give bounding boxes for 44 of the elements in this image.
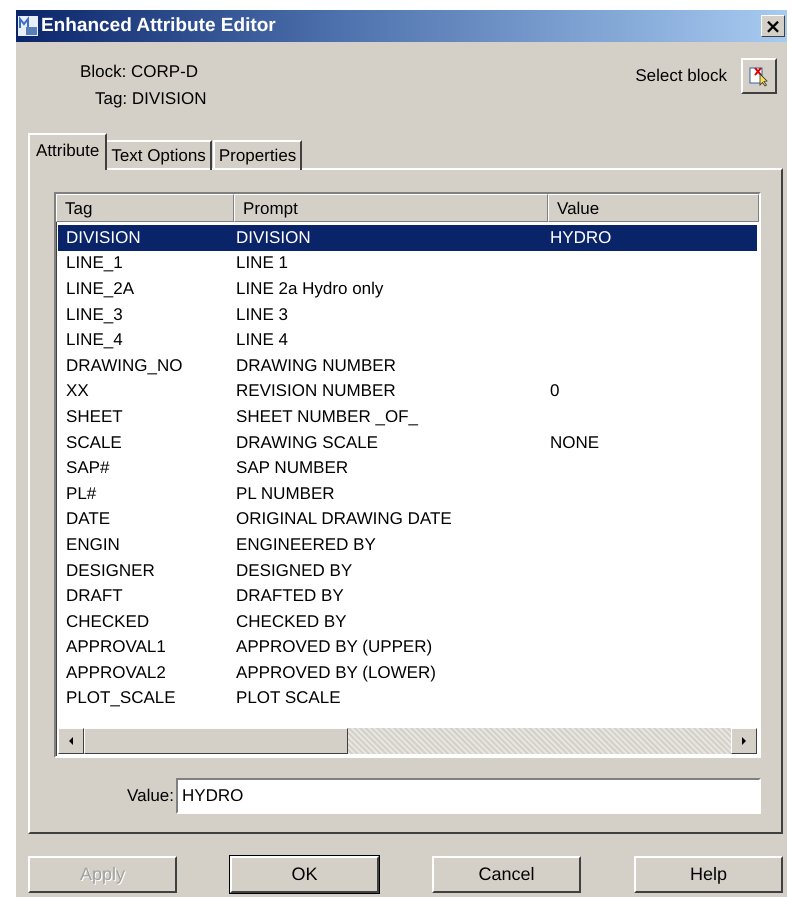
list-row[interactable]: ENGIN ENGINEERED BY bbox=[58, 532, 757, 558]
list-row[interactable]: DRAFT DRAFTED BY bbox=[58, 583, 757, 609]
scroll-right-button[interactable] bbox=[731, 728, 757, 754]
horizontal-scrollbar[interactable] bbox=[58, 728, 757, 754]
list-row[interactable]: SAP# SAP NUMBER bbox=[58, 455, 757, 481]
column-header[interactable]: Prompt bbox=[234, 194, 548, 222]
pointer-icon bbox=[748, 65, 770, 87]
list-row[interactable]: PL# PL NUMBER bbox=[58, 480, 757, 507]
tab[interactable]: Properties bbox=[212, 140, 302, 170]
list-row[interactable]: DATE ORIGINAL DRAWING DATE bbox=[58, 506, 757, 532]
list-row[interactable]: XX REVISION NUMBER 0 bbox=[58, 378, 757, 404]
list-row[interactable]: SCALE DRAWING SCALE NONE bbox=[58, 430, 757, 456]
value-label: Value: bbox=[126, 786, 174, 806]
tag-label: Tag: DIVISION bbox=[94, 88, 206, 108]
scroll-left-button[interactable] bbox=[58, 728, 84, 754]
list-row[interactable]: APPROVAL2 APPROVED BY (LOWER) bbox=[58, 660, 757, 686]
column-header[interactable]: Value bbox=[548, 194, 759, 222]
list-row[interactable]: SHEET SHEET NUMBER _OF_ bbox=[58, 404, 757, 430]
block-label: Block: CORP-D bbox=[80, 62, 200, 82]
list-row[interactable]: APPROVAL1 APPROVED BY (UPPER) bbox=[58, 634, 757, 660]
app-icon bbox=[18, 16, 38, 36]
left-arrow-icon bbox=[67, 736, 75, 746]
right-arrow-icon bbox=[740, 736, 748, 746]
list-row[interactable]: DIVISION DIVISION HYDRO bbox=[58, 225, 757, 251]
tab[interactable]: Attribute bbox=[28, 133, 108, 170]
column-header[interactable]: Tag bbox=[56, 194, 234, 222]
select-block-button[interactable] bbox=[741, 58, 777, 94]
list-row[interactable]: LINE_1 LINE 1 bbox=[58, 250, 757, 276]
dialog-button[interactable]: Cancel bbox=[432, 856, 581, 893]
list-row[interactable]: CHECKED CHECKED BY bbox=[58, 608, 757, 634]
list-row[interactable]: DRAWING_NO DRAWING NUMBER bbox=[58, 352, 757, 379]
dialog-button[interactable]: OK bbox=[230, 856, 379, 893]
dialog-button[interactable]: Help bbox=[634, 856, 783, 893]
list-row[interactable]: LINE_2A LINE 2a Hydro only bbox=[58, 276, 757, 302]
window-title: Enhanced Attribute Editor bbox=[41, 15, 276, 37]
list-row[interactable]: LINE_3 LINE 3 bbox=[58, 302, 757, 328]
value-field[interactable]: HYDRO bbox=[176, 778, 761, 814]
close-button[interactable]: × bbox=[761, 15, 785, 37]
scroll-thumb[interactable] bbox=[84, 728, 348, 754]
tab[interactable]: Text Options bbox=[105, 140, 212, 170]
select-block-label: Select block bbox=[635, 66, 727, 86]
list-row[interactable]: LINE_4 LINE 4 bbox=[58, 327, 757, 353]
list-row[interactable]: PLOT_SCALE PLOT SCALE bbox=[58, 686, 757, 712]
list-row[interactable]: DESIGNER DESIGNED BY bbox=[58, 558, 757, 584]
